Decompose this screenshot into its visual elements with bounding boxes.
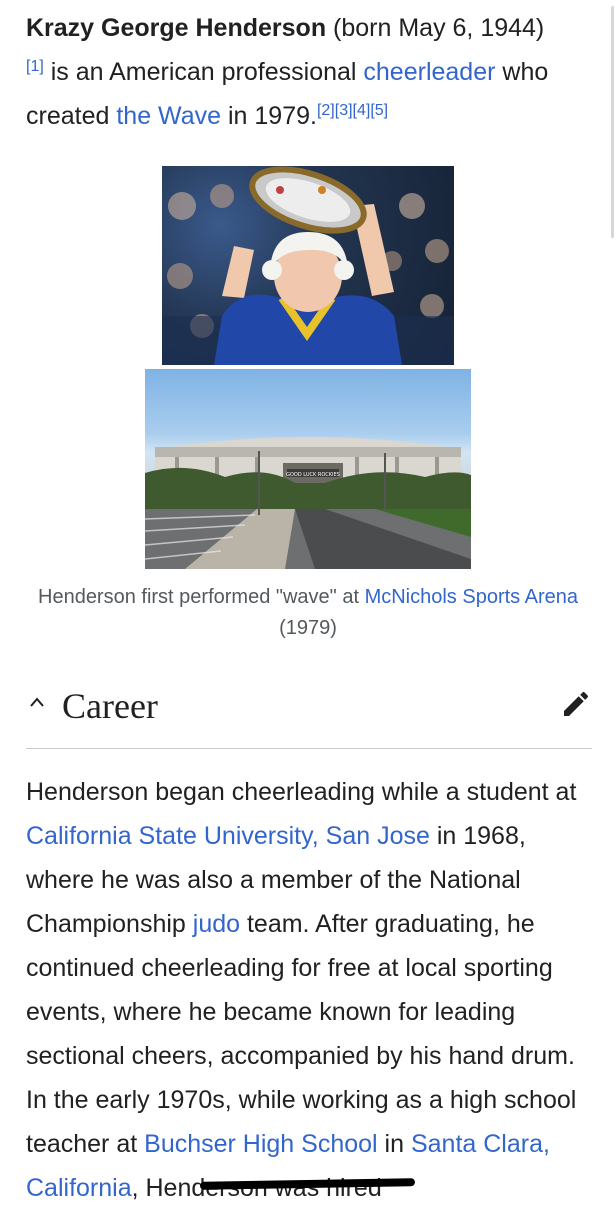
subject-name: Krazy George Henderson xyxy=(26,14,327,42)
chevron-up-icon[interactable] xyxy=(30,696,44,710)
link-california-state-university[interactable]: California State University, San Jose xyxy=(26,822,430,850)
figure-caption: Henderson first performed "wave" at McNi… xyxy=(26,582,590,644)
caption-text: Henderson first performed "wave" at xyxy=(38,586,365,608)
link-buchser-high-school[interactable]: Buchser High School xyxy=(144,1130,377,1158)
caption-year: (1979) xyxy=(279,617,337,639)
reference-links-2-5[interactable]: [2][3][4][5] xyxy=(317,102,388,119)
birth-date: (born May 6, 1944) xyxy=(326,14,545,42)
krazy-george-photo-art xyxy=(162,166,454,365)
section-title: Career xyxy=(62,686,158,726)
career-paragraph: Henderson began cheerleading while a stu… xyxy=(26,770,596,1210)
arena-sign: GOOD LUCK ROCKIES xyxy=(286,472,340,478)
lead-paragraph: Krazy George Henderson (born May 6, 1944… xyxy=(26,6,596,138)
link-mcnichols-sports-arena[interactable]: McNichols Sports Arena xyxy=(365,586,578,608)
krazy-george-photo[interactable] xyxy=(162,166,454,365)
career-text: in xyxy=(377,1130,411,1158)
pencil-icon[interactable] xyxy=(560,688,592,720)
link-cheerleader[interactable]: cheerleader xyxy=(363,58,495,86)
link-judo[interactable]: judo xyxy=(193,910,240,938)
career-text: Henderson began cheerleading while a stu… xyxy=(26,778,577,806)
lead-text: is an American professional xyxy=(43,58,364,86)
link-the-wave[interactable]: the Wave xyxy=(116,102,221,130)
mcnichols-arena-photo-art: GOOD LUCK ROCKIES xyxy=(145,437,471,569)
scrollbar[interactable] xyxy=(611,6,614,238)
career-text: team. After graduating, he continued che… xyxy=(26,910,577,1158)
reference-link-1[interactable]: [1] xyxy=(26,58,44,75)
section-header-career[interactable]: Career xyxy=(26,680,592,749)
lead-text: in 1979. xyxy=(221,102,317,130)
mcnichols-arena-photo[interactable]: GOOD LUCK ROCKIES xyxy=(145,369,471,569)
